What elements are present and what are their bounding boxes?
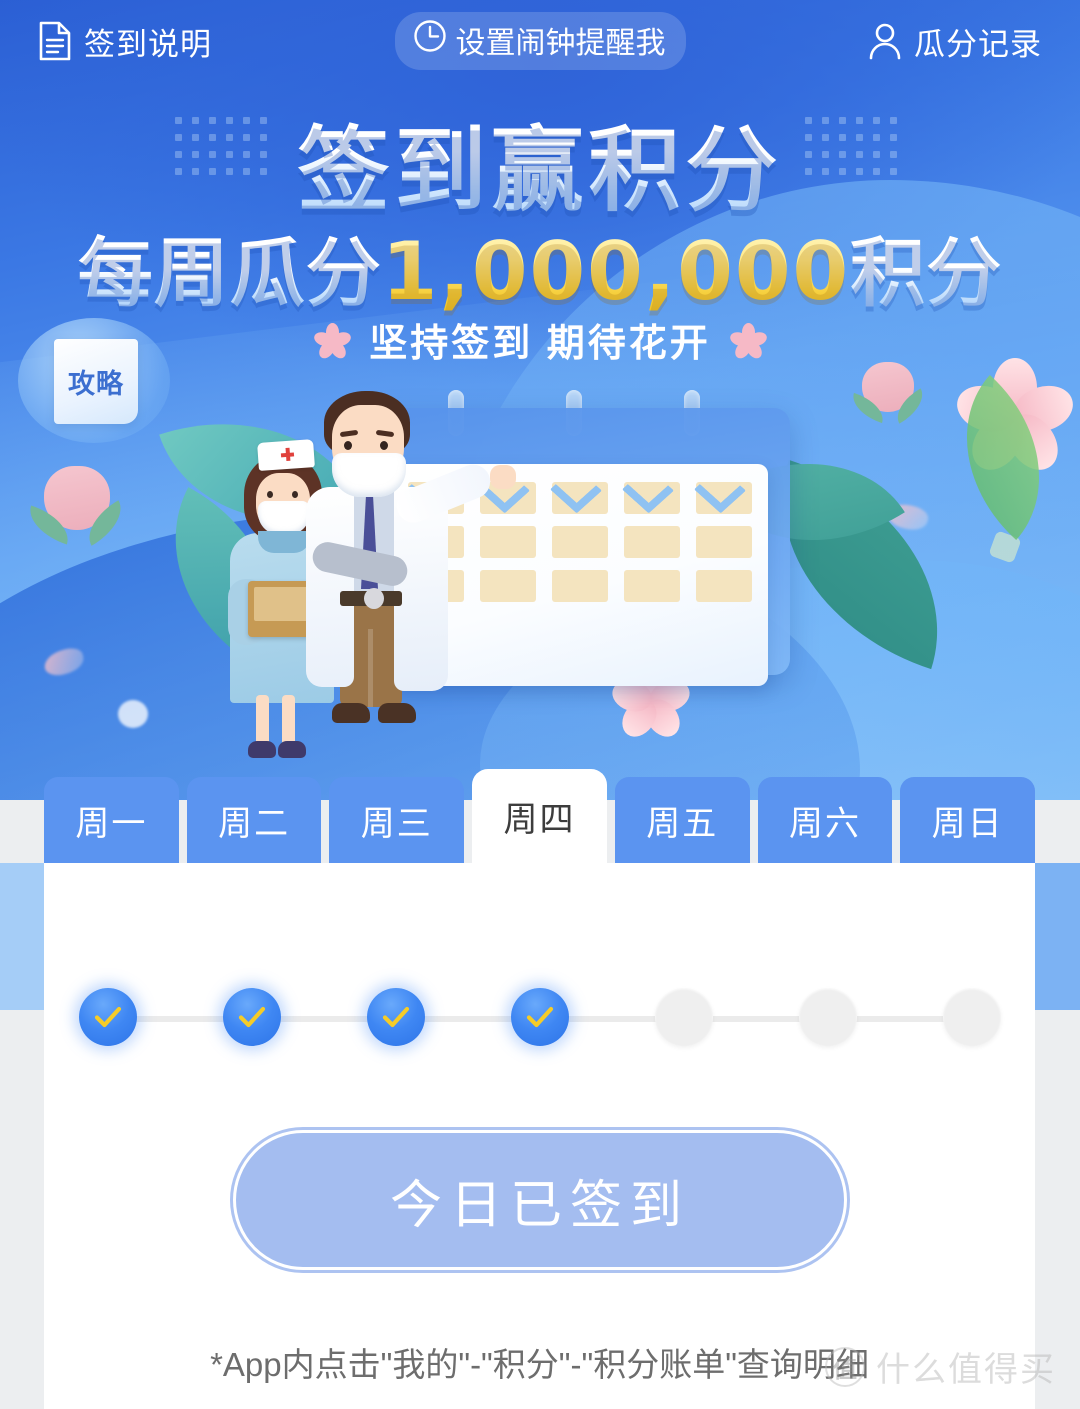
page-title: 签到赢积分 — [0, 96, 1080, 229]
guide-badge-label: 攻略 — [68, 369, 124, 399]
tab-sunday[interactable]: 周日 — [900, 777, 1036, 863]
set-alarm-reminder-button[interactable]: 设置闹钟提醒我 — [394, 12, 686, 70]
watermark-text: 什么值得买 — [876, 1351, 1056, 1389]
calendar-cell — [696, 526, 752, 558]
doctor-figure — [294, 373, 516, 743]
signin-button[interactable]: 今日已签到 — [233, 1130, 847, 1270]
gutter-left-top — [0, 863, 44, 1010]
tab-friday-label: 周五 — [646, 804, 719, 843]
subtitle-suffix: 积分 — [850, 229, 1003, 317]
calendar-cell — [624, 570, 680, 602]
calendar-cell — [624, 526, 680, 558]
check-icon — [238, 1006, 266, 1028]
progress-step-5[interactable] — [655, 988, 713, 1046]
check-icon — [526, 1006, 554, 1028]
calendar-cell — [552, 570, 608, 602]
tab-tuesday[interactable]: 周二 — [186, 777, 322, 863]
progress-step-7[interactable] — [943, 988, 1001, 1046]
gutter-right-top — [1035, 863, 1080, 1010]
tab-tuesday-label: 周二 — [218, 804, 291, 843]
weekday-tabs: 周一 周二 周三 周四 周五 周六 周日 — [44, 769, 1036, 863]
document-icon — [38, 21, 72, 61]
doctor-nurse-illustration — [222, 373, 516, 758]
page-slogan: 坚持签到 期待花开 — [369, 323, 711, 365]
signin-instructions-button[interactable]: 签到说明 — [38, 19, 212, 64]
progress-step-2[interactable] — [223, 988, 281, 1046]
tab-wednesday[interactable]: 周三 — [329, 777, 465, 863]
calendar-cell — [624, 482, 680, 514]
progress-step-3[interactable] — [367, 988, 425, 1046]
guide-badge-paper: 攻略 — [54, 339, 138, 424]
tab-monday[interactable]: 周一 — [44, 777, 179, 863]
progress-step-1[interactable] — [79, 988, 137, 1046]
watermark-logo-icon: 值 — [825, 1346, 865, 1387]
page-subtitle: 每周瓜分1,000,000积分 — [0, 212, 1080, 321]
tab-friday[interactable]: 周五 — [614, 777, 750, 863]
calendar-cell — [696, 482, 752, 514]
signin-progress-steps — [79, 986, 1001, 1048]
calendar-cell — [480, 526, 536, 558]
clock-icon — [413, 19, 447, 61]
tab-thursday[interactable]: 周四 — [472, 769, 607, 863]
signin-page: 签到赢积分 每周瓜分1,000,000积分 坚持签到 期待花开 攻略 签到说明 … — [0, 0, 1080, 1409]
subtitle-prefix: 每周瓜分 — [77, 229, 382, 317]
watermark: 值 什么值得买 — [825, 1342, 1056, 1391]
gutter-left-bottom — [0, 1010, 44, 1409]
blossom-icon-right — [728, 322, 769, 361]
progress-step-4[interactable] — [511, 988, 569, 1046]
tab-wednesday-label: 周三 — [360, 804, 433, 843]
tab-thursday-label: 周四 — [503, 800, 576, 839]
signin-instructions-label: 签到说明 — [84, 26, 212, 62]
tab-monday-label: 周一 — [75, 804, 148, 843]
share-records-label: 瓜分记录 — [914, 26, 1042, 62]
calendar-cell — [552, 526, 608, 558]
check-icon — [94, 1006, 122, 1028]
subtitle-points-number: 1,000,000 — [381, 225, 851, 318]
check-icon — [382, 1006, 410, 1028]
guide-badge-button[interactable]: 攻略 — [18, 318, 170, 443]
tab-saturday-label: 周六 — [788, 804, 861, 843]
hero-banner: 签到赢积分 每周瓜分1,000,000积分 坚持签到 期待花开 攻略 — [0, 0, 1080, 800]
blossom-icon-left — [312, 322, 353, 361]
tab-saturday[interactable]: 周六 — [757, 777, 893, 863]
tab-sunday-label: 周日 — [931, 804, 1004, 843]
top-navigation-bar: 签到说明 设置闹钟提醒我 瓜分记录 — [0, 0, 1080, 82]
calendar-cell — [696, 570, 752, 602]
set-alarm-reminder-label: 设置闹钟提醒我 — [455, 27, 666, 60]
share-records-button[interactable]: 瓜分记录 — [868, 19, 1042, 64]
leaf-decoration-5 — [919, 374, 1080, 541]
calendar-cell — [480, 570, 536, 602]
signin-button-label: 今日已签到 — [389, 1176, 690, 1235]
person-icon — [868, 22, 902, 60]
calendar-cell — [552, 482, 608, 514]
progress-step-6[interactable] — [799, 988, 857, 1046]
